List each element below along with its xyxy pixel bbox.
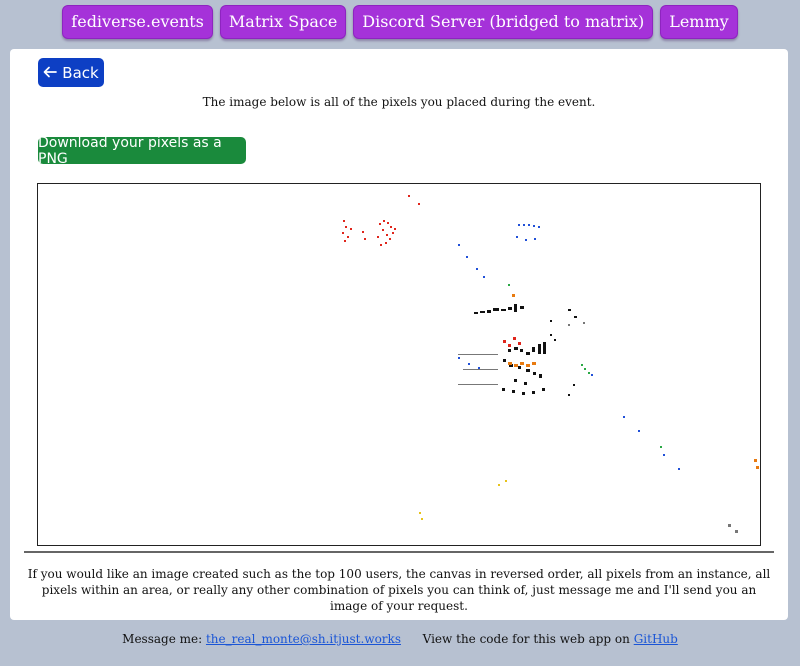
custom-image-note: If you would like an image created such … [27,567,771,613]
nav-discord-server[interactable]: Discord Server (bridged to matrix) [353,5,654,39]
nav-lemmy[interactable]: Lemmy [660,5,738,39]
pixel-cluster-black [474,304,577,396]
intro-text: The image below is all of the pixels you… [202,95,596,109]
top-navigation: fediverse.events Matrix Space Discord Se… [0,5,800,39]
footer-message-prefix: Message me: [122,632,203,646]
pixel-cluster-blue [458,224,680,470]
nav-fediverse-events[interactable]: fediverse.events [62,5,213,39]
pixel-cluster-orange [508,294,759,469]
pixel-cluster-red [342,195,521,347]
contact-link[interactable]: the_real_monte@sh.itjust.works [206,632,401,646]
divider [24,551,774,553]
footer: Message me: the_real_monte@sh.itjust.wor… [0,632,800,646]
download-png-button[interactable]: Download your pixels as a PNG [38,135,246,167]
pixel-image [342,195,759,533]
footer-code-prefix: View the code for this web app on [422,632,630,646]
main-card: Back The image below is all of the pixel… [10,49,788,620]
nav-matrix-space[interactable]: Matrix Space [219,5,347,39]
pixel-cluster-yellow [419,480,507,520]
pixel-cluster-green [508,284,662,448]
pixel-canvas [37,183,761,546]
back-label: Back [62,63,99,82]
arrow-left-icon [43,64,58,82]
back-button[interactable]: Back [38,58,104,87]
pixel-cluster-grey [458,322,738,533]
github-link[interactable]: GitHub [634,632,678,646]
